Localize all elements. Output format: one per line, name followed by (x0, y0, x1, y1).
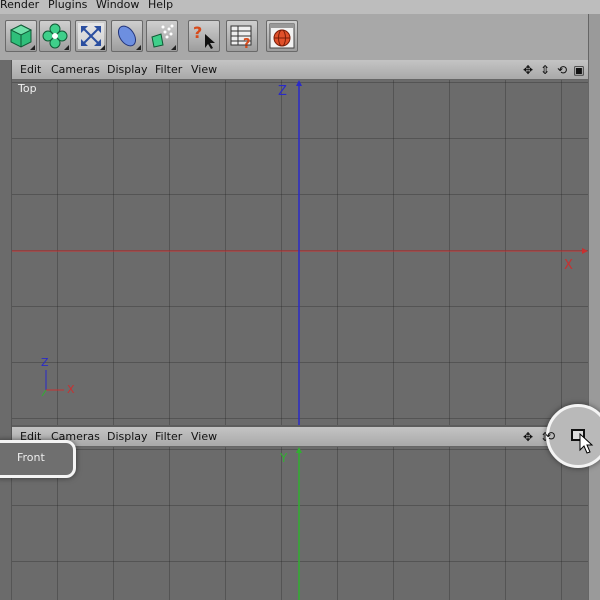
front-viewport[interactable]: Y (12, 447, 588, 600)
cube-button[interactable] (5, 20, 37, 52)
svg-text:?: ? (193, 23, 202, 42)
axis-label-z: Z (278, 84, 287, 99)
gizmo-label-z: Z (41, 356, 49, 369)
dropdown-triangle-icon (100, 45, 105, 50)
menu-bar: Render Plugins Window Help (0, 0, 600, 14)
front-name-highlight: Front (0, 440, 76, 478)
front-menu-display[interactable]: Display (107, 430, 148, 443)
render-view-button[interactable] (266, 20, 298, 52)
right-panel-edge (588, 14, 600, 600)
object-manager-help-icon: ? (230, 25, 252, 49)
front-viewport-header: Edit Cameras Display Filter View ✥ ⇕ (12, 427, 588, 447)
viewport-name-front: Front (17, 451, 45, 464)
menu-window[interactable]: Window (96, 0, 139, 11)
front-menu-filter[interactable]: Filter (155, 430, 182, 443)
top-viewport[interactable]: Top Z X Z X (12, 80, 588, 425)
help-cursor-button[interactable]: ? (188, 20, 220, 52)
menu-help[interactable]: Help (148, 0, 173, 11)
dropdown-triangle-icon (30, 45, 35, 50)
dropdown-triangle-icon (136, 45, 141, 50)
mouse-cursor-icon (579, 433, 594, 454)
maximize-view-icon[interactable]: ▣ (572, 63, 586, 77)
top-menu-filter[interactable]: Filter (155, 63, 182, 76)
top-axes (12, 80, 588, 425)
help-cursor-icon: ? (193, 23, 215, 49)
rotate-view-icon[interactable]: ⟲ (555, 63, 569, 77)
zoom-view-icon[interactable]: ⇕ (538, 63, 552, 77)
move-view-icon[interactable]: ✥ (521, 430, 535, 444)
nurbs-button[interactable] (39, 20, 71, 52)
top-menu-edit[interactable]: Edit (20, 63, 41, 76)
top-menu-cameras[interactable]: Cameras (51, 63, 100, 76)
gizmo-label-x: X (67, 383, 75, 396)
dropdown-triangle-icon (171, 45, 176, 50)
menu-plugins[interactable]: Plugins (48, 0, 87, 11)
front-menu-view[interactable]: View (191, 430, 217, 443)
axis-label-x: X (564, 258, 573, 273)
manager-help-button[interactable]: ? (226, 20, 258, 52)
render-view-icon (269, 23, 295, 49)
particle-button[interactable] (146, 20, 178, 52)
top-menu-display[interactable]: Display (107, 63, 148, 76)
dropdown-triangle-icon (64, 45, 69, 50)
rotate-view-icon[interactable]: ⟲ (545, 429, 555, 443)
top-menu-view[interactable]: View (191, 63, 217, 76)
axis-label-y: Y (280, 451, 288, 465)
svg-text:?: ? (243, 37, 251, 49)
move-view-icon[interactable]: ✥ (521, 63, 535, 77)
left-panel-edge (0, 60, 12, 600)
front-axes (296, 447, 302, 600)
deformer-button[interactable] (75, 20, 107, 52)
toolbar: ? ? (0, 14, 600, 60)
menu-render[interactable]: Render (0, 0, 39, 11)
top-viewport-header: Edit Cameras Display Filter View ✥ ⇕ ⟲ ▣ (12, 60, 588, 80)
generator-button[interactable] (111, 20, 143, 52)
